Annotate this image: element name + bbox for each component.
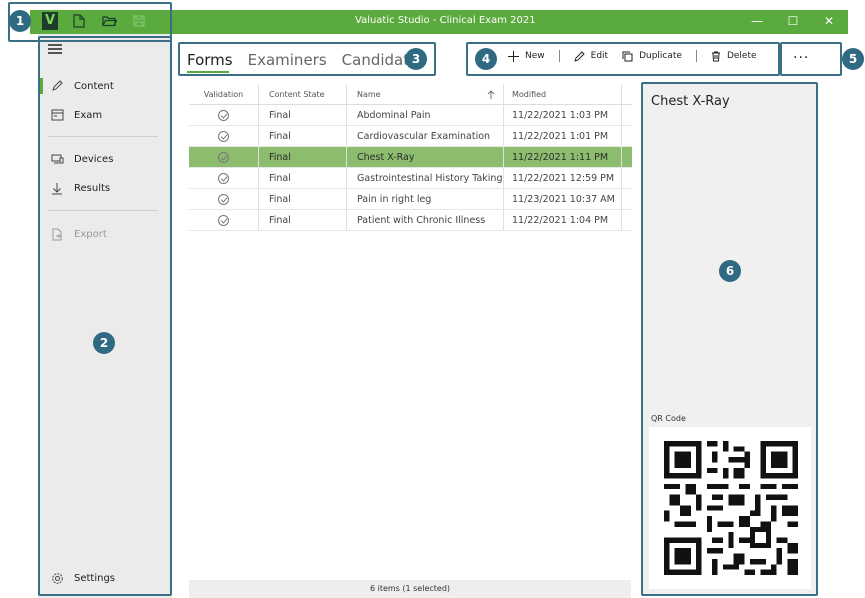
check-circle-icon	[218, 172, 229, 184]
validation-cell	[189, 105, 259, 125]
column-header-name[interactable]: Name	[347, 84, 504, 104]
validation-cell	[189, 147, 259, 167]
name-cell: Patient with Chronic Illness	[347, 210, 504, 230]
callout-box-5	[780, 42, 842, 76]
sort-ascending-icon	[487, 89, 495, 99]
validation-cell	[189, 189, 259, 209]
modified-cell: 11/23/2021 10:37 AM	[504, 189, 622, 209]
validation-cell	[189, 168, 259, 188]
table-header: Validation Content State Name Modified	[189, 84, 632, 105]
validation-cell	[189, 210, 259, 230]
callout-badge-2: 2	[93, 332, 115, 354]
table-row[interactable]: Final Patient with Chronic Illness 11/22…	[189, 210, 632, 231]
callout-badge-6: 6	[719, 260, 741, 282]
callout-box-4	[466, 42, 780, 76]
callout-box-3	[178, 42, 436, 76]
content-state-cell: Final	[259, 126, 347, 146]
minimize-button[interactable]: —	[750, 12, 764, 30]
callout-badge-4: 4	[475, 48, 497, 70]
table-row[interactable]: Final Gastrointestinal History Taking 11…	[189, 168, 632, 189]
callout-box-2	[38, 36, 172, 596]
modified-cell: 11/22/2021 1:04 PM	[504, 210, 622, 230]
check-circle-icon	[218, 193, 229, 205]
callout-badge-1: 1	[9, 10, 31, 32]
name-cell: Gastrointestinal History Taking	[347, 168, 504, 188]
check-circle-icon	[218, 130, 229, 142]
name-cell: Pain in right leg	[347, 189, 504, 209]
check-circle-icon	[218, 214, 229, 226]
callout-badge-3: 3	[405, 48, 427, 70]
callout-box-6	[641, 82, 818, 596]
check-circle-icon	[218, 109, 229, 121]
modified-cell: 11/22/2021 1:11 PM	[504, 147, 622, 167]
content-state-cell: Final	[259, 105, 347, 125]
check-circle-icon	[218, 151, 229, 163]
content-state-cell: Final	[259, 189, 347, 209]
forms-table: Validation Content State Name Modified F…	[189, 84, 632, 231]
column-header-modified[interactable]: Modified	[504, 84, 622, 104]
table-row[interactable]: Final Abdominal Pain 11/22/2021 1:03 PM	[189, 105, 632, 126]
name-cell: Chest X-Ray	[347, 147, 504, 167]
maximize-button[interactable]: ☐	[786, 12, 800, 30]
name-cell: Cardiovascular Examination	[347, 126, 504, 146]
modified-cell: 11/22/2021 1:01 PM	[504, 126, 622, 146]
table-row-selected[interactable]: Final Chest X-Ray 11/22/2021 1:11 PM	[189, 147, 632, 168]
status-bar: 6 items (1 selected)	[189, 580, 631, 598]
window-title: Valuatic Studio - Clinical Exam 2021	[355, 15, 536, 26]
column-header-validation[interactable]: Validation	[189, 84, 259, 104]
column-header-name-label: Name	[357, 89, 381, 99]
validation-cell	[189, 126, 259, 146]
table-row[interactable]: Final Pain in right leg 11/23/2021 10:37…	[189, 189, 632, 210]
table-row[interactable]: Final Cardiovascular Examination 11/22/2…	[189, 126, 632, 147]
column-header-content-state[interactable]: Content State	[259, 84, 347, 104]
callout-badge-5: 5	[842, 48, 864, 70]
name-cell: Abdominal Pain	[347, 105, 504, 125]
content-state-cell: Final	[259, 210, 347, 230]
modified-cell: 11/22/2021 12:59 PM	[504, 168, 622, 188]
close-button[interactable]: ✕	[822, 12, 836, 30]
content-state-cell: Final	[259, 168, 347, 188]
content-state-cell: Final	[259, 147, 347, 167]
modified-cell: 11/22/2021 1:03 PM	[504, 105, 622, 125]
window-controls: — ☐ ✕	[750, 12, 836, 30]
